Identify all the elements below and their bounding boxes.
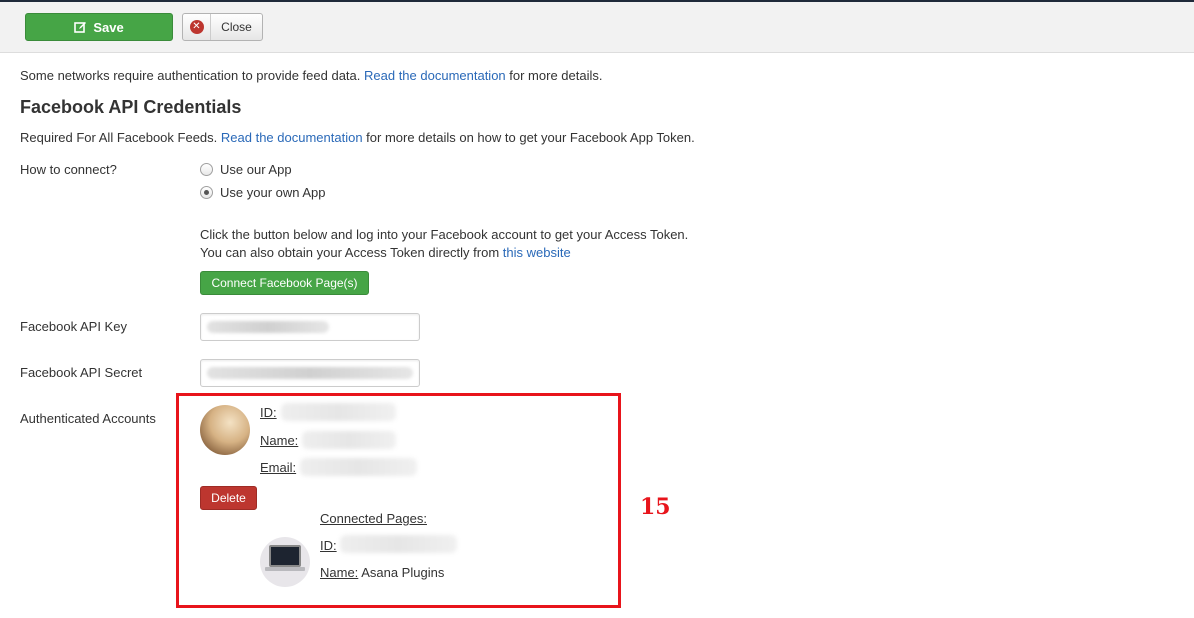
delete-account-button[interactable]: Delete: [200, 486, 257, 510]
instructions-line-1: Click the button below and log into your…: [200, 227, 689, 242]
account-email-label: Email:: [260, 460, 297, 475]
page-name-label: Name:: [320, 565, 359, 580]
required-documentation-link[interactable]: Read the documentation: [221, 130, 363, 145]
redacted-account-email: [300, 458, 417, 476]
annotation-number: 15: [640, 494, 671, 520]
connected-pages-label: Connected Pages:: [320, 511, 427, 526]
page-name: Name: Asana Plugins: [320, 565, 444, 580]
authenticated-accounts-label: Authenticated Accounts: [20, 411, 156, 426]
redacted-account-name: [302, 431, 396, 449]
account-avatar: [200, 405, 250, 455]
edit-icon: [74, 21, 87, 34]
instructions-line-2: You can also obtain your Access Token di…: [200, 245, 571, 260]
close-icon: ✕: [189, 20, 204, 34]
intro-text: Some networks require authentication to …: [20, 68, 603, 83]
api-key-input[interactable]: [200, 313, 420, 341]
save-button[interactable]: Save: [25, 13, 173, 41]
api-secret-label: Facebook API Secret: [20, 365, 143, 380]
page-avatar: [260, 537, 310, 587]
section-title: Facebook API Credentials: [20, 97, 242, 117]
radio-use-own-app[interactable]: Use your own App: [200, 185, 326, 200]
close-button-label: Close: [221, 20, 252, 34]
account-id-label: ID:: [260, 405, 277, 420]
connect-facebook-pages-button[interactable]: Connect Facebook Page(s): [200, 271, 369, 295]
how-to-connect-label: How to connect?: [20, 162, 117, 177]
page-id-label: ID:: [320, 538, 337, 553]
intro-documentation-link[interactable]: Read the documentation: [364, 68, 506, 83]
this-website-link[interactable]: this website: [503, 245, 571, 260]
close-button[interactable]: ✕ Close: [182, 13, 263, 41]
redacted-value: [207, 367, 413, 379]
radio-button[interactable]: [200, 163, 213, 176]
api-key-label: Facebook API Key: [20, 319, 127, 334]
redacted-page-id: [340, 535, 457, 553]
save-button-label: Save: [93, 19, 124, 35]
toolbar: Save ✕ Close: [0, 2, 1194, 53]
api-secret-input[interactable]: [200, 359, 420, 387]
radio-button-checked[interactable]: [200, 186, 213, 199]
required-text: Required For All Facebook Feeds. Read th…: [20, 130, 695, 145]
radio-use-our-app[interactable]: Use our App: [200, 162, 292, 177]
redacted-value: [207, 321, 329, 333]
page-name-value: Asana Plugins: [361, 565, 445, 580]
laptop-image: [269, 545, 301, 567]
account-name-label: Name:: [260, 433, 299, 448]
redacted-account-id: [281, 403, 396, 421]
